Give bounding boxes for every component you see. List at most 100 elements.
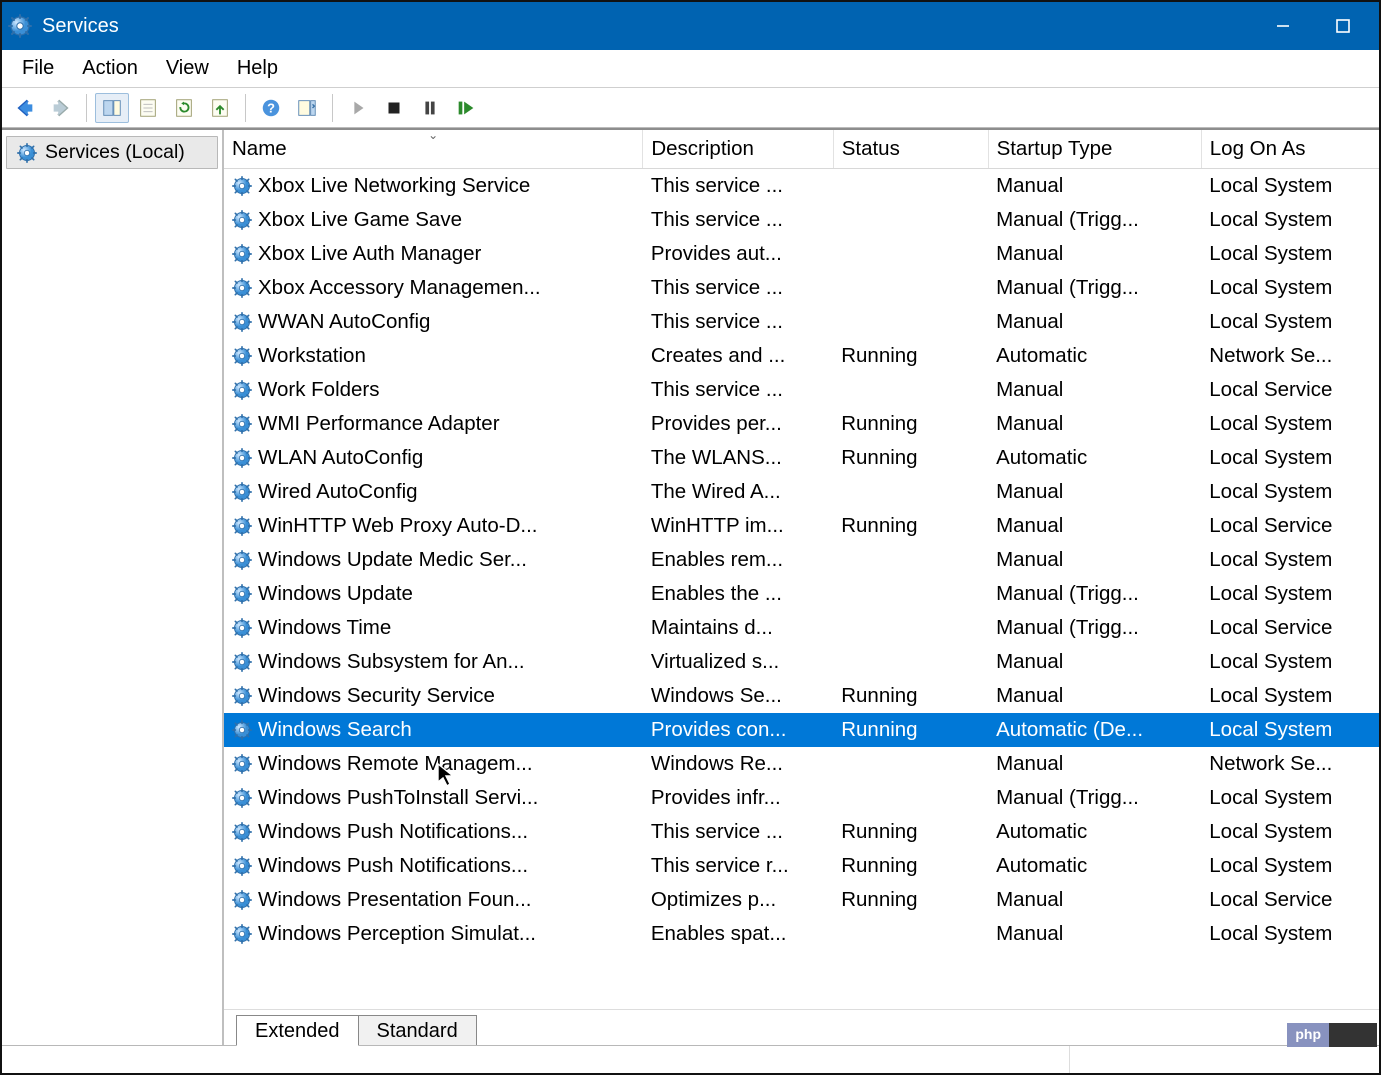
service-startup: Automatic (De...: [988, 713, 1201, 747]
service-row[interactable]: Wired AutoConfigThe Wired A...ManualLoca…: [224, 475, 1379, 509]
service-startup: Manual: [988, 169, 1201, 203]
service-name: WinHTTP Web Proxy Auto-D...: [258, 514, 537, 538]
service-name: Windows Subsystem for An...: [258, 650, 525, 674]
service-desc: Optimizes p...: [643, 883, 833, 917]
service-status: Running: [833, 679, 988, 713]
service-startup: Manual: [988, 747, 1201, 781]
nav-forward-button[interactable]: [44, 93, 78, 123]
service-startup: Manual (Trigg...: [988, 781, 1201, 815]
show-hide-tree-button[interactable]: [95, 93, 129, 123]
service-logon: Local System: [1201, 169, 1379, 203]
service-desc: Enables the ...: [643, 577, 833, 611]
service-row[interactable]: Windows TimeMaintains d...Manual (Trigg.…: [224, 611, 1379, 645]
col-status[interactable]: Status: [833, 130, 988, 169]
service-logon: Local Service: [1201, 883, 1379, 917]
service-name: Windows Perception Simulat...: [258, 922, 536, 946]
service-row[interactable]: Windows Security ServiceWindows Se...Run…: [224, 679, 1379, 713]
app-gear-icon: [8, 14, 32, 38]
service-row[interactable]: Windows Presentation Foun...Optimizes p.…: [224, 883, 1379, 917]
service-desc: Enables rem...: [643, 543, 833, 577]
titlebar[interactable]: Services: [2, 2, 1379, 50]
gear-icon: [232, 856, 252, 876]
service-row[interactable]: WWAN AutoConfigThis service ...ManualLoc…: [224, 305, 1379, 339]
col-logon[interactable]: Log On As: [1201, 130, 1379, 169]
service-row[interactable]: WinHTTP Web Proxy Auto-D...WinHTTP im...…: [224, 509, 1379, 543]
service-startup: Automatic: [988, 339, 1201, 373]
stop-service-button[interactable]: [377, 93, 411, 123]
service-row[interactable]: Windows Perception Simulat...Enables spa…: [224, 917, 1379, 951]
service-logon: Local System: [1201, 543, 1379, 577]
export-list-button[interactable]: [203, 93, 237, 123]
service-name: Windows Search: [258, 718, 412, 742]
show-hide-action-pane-button[interactable]: [290, 93, 324, 123]
maximize-button[interactable]: [1313, 2, 1373, 50]
service-name: Xbox Live Networking Service: [258, 174, 530, 198]
restart-service-button[interactable]: [449, 93, 483, 123]
service-name: Windows Remote Managem...: [258, 752, 533, 776]
service-startup: Manual (Trigg...: [988, 577, 1201, 611]
service-row[interactable]: Windows SearchProvides con...RunningAuto…: [224, 713, 1379, 747]
col-startup[interactable]: Startup Type: [988, 130, 1201, 169]
service-logon: Local System: [1201, 679, 1379, 713]
minimize-button[interactable]: [1253, 2, 1313, 50]
service-startup: Manual (Trigg...: [988, 611, 1201, 645]
service-row[interactable]: Windows Update Medic Ser... Enables rem..…: [224, 543, 1379, 577]
menu-view[interactable]: View: [152, 53, 223, 84]
service-row[interactable]: Windows Remote Managem...Windows Re...Ma…: [224, 747, 1379, 781]
service-name: Windows Update Medic Ser...: [258, 548, 527, 572]
service-row[interactable]: Windows UpdateEnables the ...Manual (Tri…: [224, 577, 1379, 611]
service-row[interactable]: Windows Push Notifications...This servic…: [224, 815, 1379, 849]
service-row[interactable]: Xbox Accessory Managemen...This service …: [224, 271, 1379, 305]
tree-services-local[interactable]: Services (Local): [6, 136, 218, 169]
service-row[interactable]: WorkstationCreates and ...RunningAutomat…: [224, 339, 1379, 373]
gear-icon: [232, 822, 252, 842]
menu-action[interactable]: Action: [68, 53, 152, 84]
gear-icon: [232, 720, 252, 740]
service-row[interactable]: WLAN AutoConfigThe WLANS...RunningAutoma…: [224, 441, 1379, 475]
window-title: Services: [42, 15, 1253, 38]
service-status: [833, 237, 988, 271]
column-headers: Name⌄ Description Status Startup Type Lo…: [224, 130, 1379, 169]
service-desc: This service r...: [643, 849, 833, 883]
gear-icon: [232, 652, 252, 672]
service-name: WLAN AutoConfig: [258, 446, 423, 470]
gear-icon: [232, 278, 252, 298]
help-button[interactable]: ?: [254, 93, 288, 123]
refresh-button[interactable]: [167, 93, 201, 123]
service-row[interactable]: Xbox Live Networking ServiceThis service…: [224, 169, 1379, 203]
service-row[interactable]: Windows Push Notifications...This servic…: [224, 849, 1379, 883]
service-name: Work Folders: [258, 378, 380, 402]
php-badge: php: [1287, 1023, 1377, 1047]
col-name[interactable]: Name⌄: [224, 130, 643, 169]
menu-file[interactable]: File: [8, 53, 68, 84]
service-name: Windows Time: [258, 616, 391, 640]
service-startup: Manual: [988, 475, 1201, 509]
service-logon: Local System: [1201, 781, 1379, 815]
service-startup: Automatic: [988, 849, 1201, 883]
menu-help[interactable]: Help: [223, 53, 292, 84]
col-description[interactable]: Description: [643, 130, 833, 169]
start-service-button[interactable]: [341, 93, 375, 123]
gear-icon: [232, 380, 252, 400]
gear-icon: [232, 346, 252, 366]
gear-icon: [232, 584, 252, 604]
service-row[interactable]: Windows PushToInstall Servi...Provides i…: [224, 781, 1379, 815]
service-desc: This service ...: [643, 305, 833, 339]
service-row[interactable]: Xbox Live Game SaveThis service ...Manua…: [224, 203, 1379, 237]
service-logon: Local Service: [1201, 373, 1379, 407]
service-row[interactable]: Work FoldersThis service ...ManualLocal …: [224, 373, 1379, 407]
console-tree[interactable]: Services (Local): [2, 130, 224, 1045]
service-name: Wired AutoConfig: [258, 480, 418, 504]
tab-extended[interactable]: Extended: [236, 1015, 359, 1046]
properties-button[interactable]: [131, 93, 165, 123]
pause-service-button[interactable]: [413, 93, 447, 123]
service-row[interactable]: Xbox Live Auth ManagerProvides aut...Man…: [224, 237, 1379, 271]
tab-standard[interactable]: Standard: [358, 1015, 477, 1045]
service-startup: Manual: [988, 509, 1201, 543]
service-row[interactable]: Windows Subsystem for An...Virtualized s…: [224, 645, 1379, 679]
service-logon: Local System: [1201, 441, 1379, 475]
service-startup: Manual: [988, 237, 1201, 271]
service-row[interactable]: WMI Performance AdapterProvides per...Ru…: [224, 407, 1379, 441]
nav-back-button[interactable]: [8, 93, 42, 123]
service-name: Xbox Live Game Save: [258, 208, 462, 232]
